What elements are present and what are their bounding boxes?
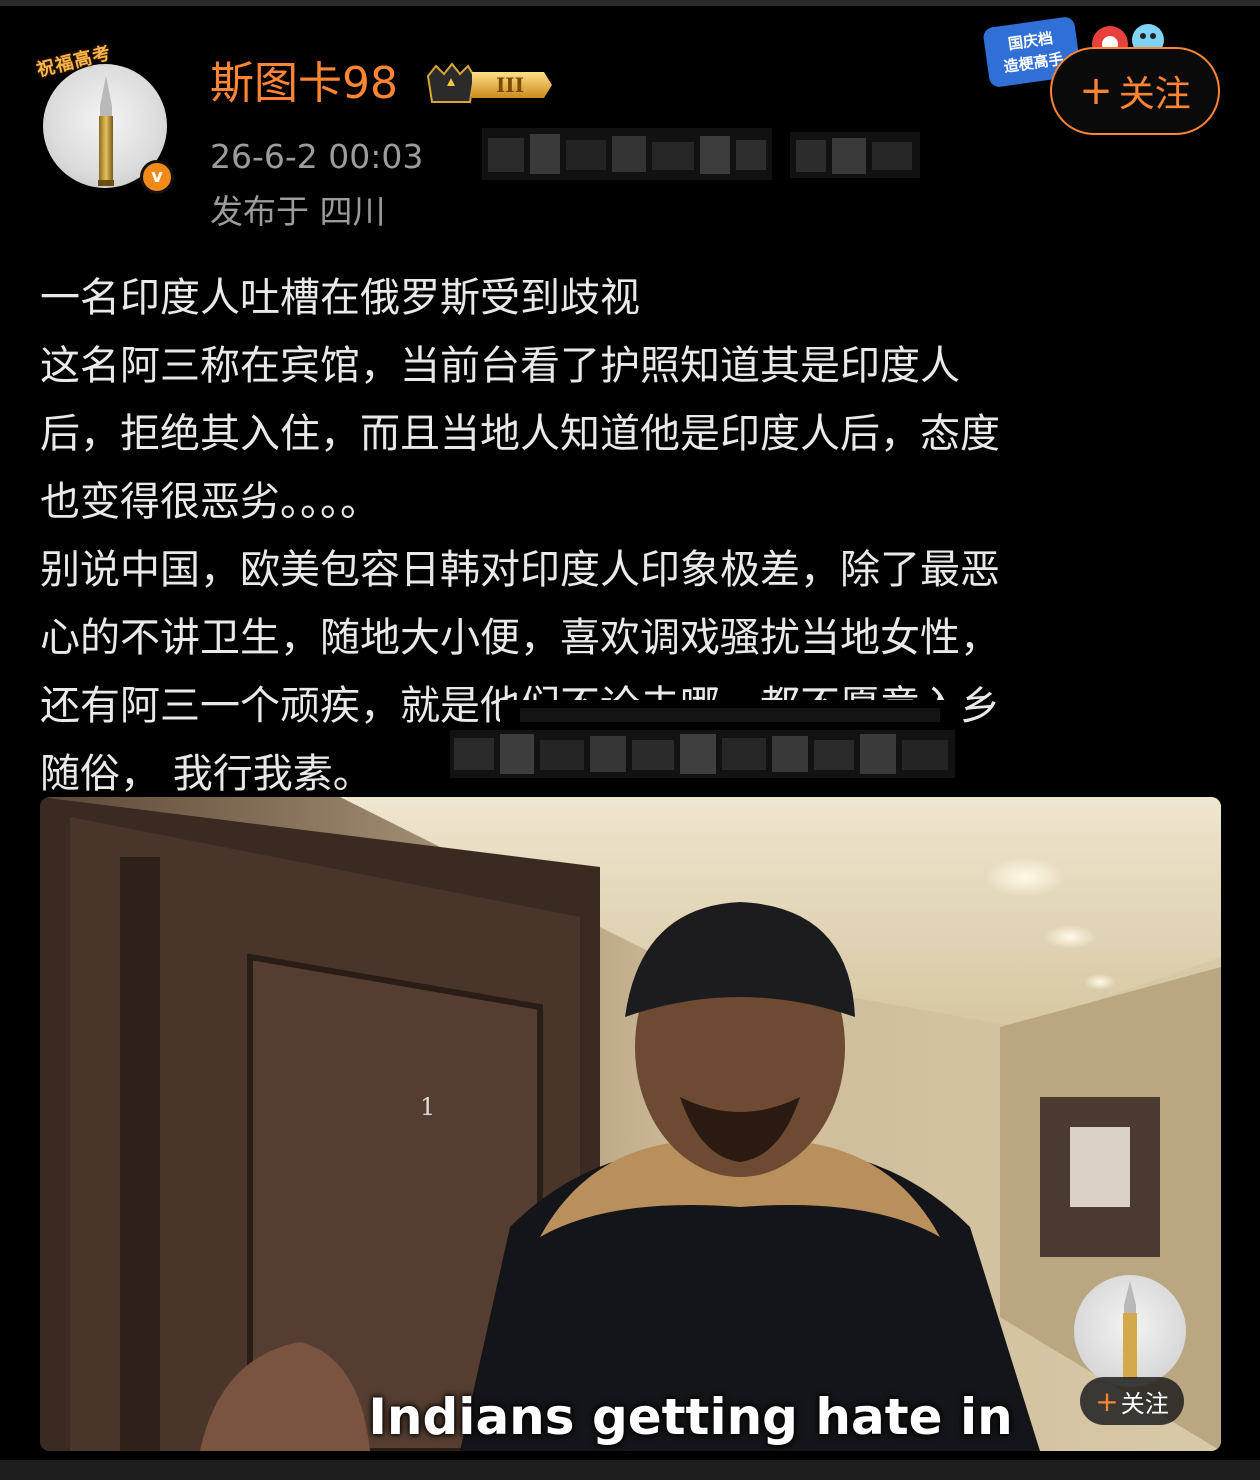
- video-author-avatar[interactable]: [1074, 1275, 1186, 1387]
- redacted-blur: [482, 128, 772, 180]
- redacted-blur: [500, 700, 960, 726]
- plus-icon: +: [1079, 68, 1113, 114]
- post-body: 一名印度人吐槽在俄罗斯受到歧视 这名阿三称在宾馆，当前台看了护照知道其是印度人 …: [40, 264, 1230, 808]
- post-line: 一名印度人吐槽在俄罗斯受到歧视: [40, 275, 640, 321]
- follow-button-label: 关注: [1118, 74, 1191, 115]
- plus-icon: +: [1095, 1384, 1119, 1418]
- video-follow-label: 关注: [1120, 1389, 1169, 1418]
- verified-icon: v: [140, 160, 174, 194]
- door-number: 1: [420, 1093, 435, 1121]
- post-line: 心的不讲卫生，随地大小便，喜欢调戏骚扰当地女性，: [40, 615, 1000, 661]
- video-caption: Indians getting hate in: [368, 1388, 1013, 1446]
- post-line: 后，拒绝其入住，而且当地人知道他是印度人后，态度: [40, 411, 1000, 457]
- status-divider: [0, 0, 1260, 6]
- author-username[interactable]: 斯图卡98: [210, 56, 398, 112]
- bullet-icon: [98, 76, 114, 186]
- author-avatar[interactable]: 祝福高考 v: [35, 42, 175, 194]
- video-follow-button[interactable]: + 关注: [1080, 1377, 1184, 1425]
- crown-rank-icon: III: [426, 62, 552, 103]
- post-line: 也变得很恶劣。。。。: [40, 479, 380, 525]
- video-frame: 1: [40, 797, 1221, 1451]
- post-location: 发布于 四川: [210, 192, 386, 231]
- bottom-divider: [0, 1460, 1260, 1480]
- post-line: 这名阿三称在宾馆，当前台看了护照知道其是印度人: [40, 343, 960, 389]
- post-line: 别说中国，欧美包容日韩对印度人印象极差，除了最恶: [40, 547, 1000, 593]
- bullet-icon: [1123, 1281, 1137, 1379]
- redacted-blur: [450, 730, 955, 778]
- post-timestamp: 26-6-2 00:03: [210, 137, 424, 176]
- redacted-blur: [790, 132, 920, 178]
- video-player[interactable]: 1 Indians getting hate in + 关注: [40, 797, 1221, 1451]
- rank-label: III: [496, 73, 524, 97]
- follow-button[interactable]: + 关注: [1050, 47, 1220, 135]
